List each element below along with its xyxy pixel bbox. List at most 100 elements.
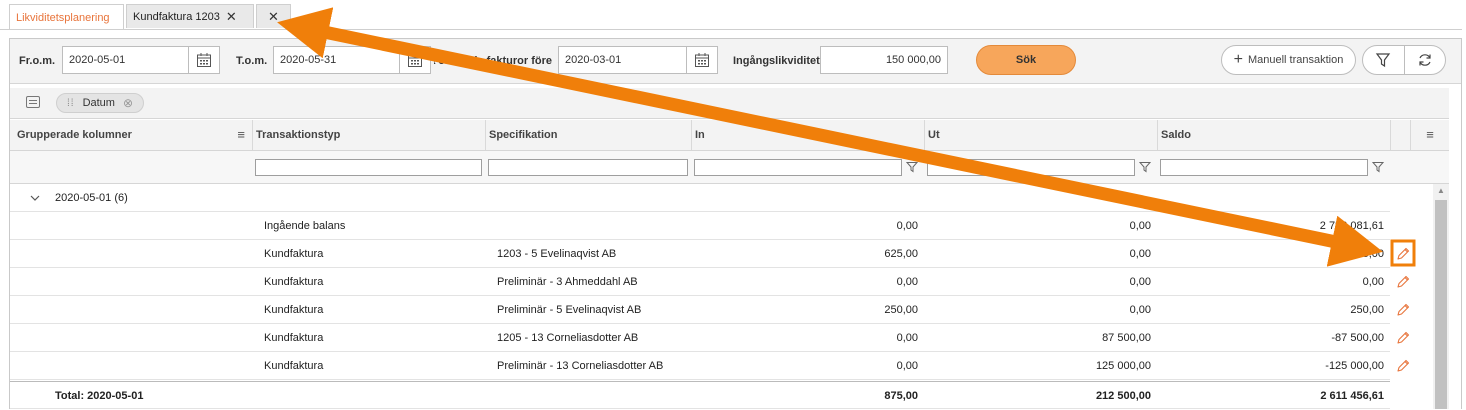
cell-in: 250,00 xyxy=(884,304,918,316)
column-header-label: In xyxy=(695,129,705,141)
edit-pencil-icon[interactable] xyxy=(1395,302,1411,318)
total-in: 875,00 xyxy=(884,390,918,402)
table-row[interactable]: Kundfaktura Preliminär - 5 Evelinaqvist A… xyxy=(10,296,1410,324)
plus-icon: + xyxy=(1233,51,1243,68)
edit-pencil-icon[interactable] xyxy=(1395,330,1411,346)
opening-liquidity-label: Ingångslikviditet xyxy=(733,55,820,67)
cell-transaktionstyp: Kundfaktura xyxy=(264,360,324,372)
column-header-label: Ut xyxy=(928,129,940,141)
to-date-field[interactable]: 2020-05-31 xyxy=(273,46,431,74)
cell-transaktionstyp: Kundfaktura xyxy=(264,248,324,260)
cell-specifikation: Preliminär - 5 Evelinaqvist AB xyxy=(497,304,642,316)
column-menu-icon[interactable]: ≡ xyxy=(237,120,245,150)
group-panel-icon[interactable] xyxy=(26,96,40,108)
manual-transaction-button[interactable]: + Manuell transaktion xyxy=(1221,45,1356,75)
cell-saldo: 0,00 xyxy=(1362,276,1384,288)
cell-in: 0,00 xyxy=(896,276,918,288)
calendar-icon[interactable] xyxy=(188,47,219,73)
cell-ut: 87 500,00 xyxy=(1102,332,1151,344)
column-chooser[interactable]: ≡ xyxy=(1410,120,1449,150)
column-header-in[interactable]: In xyxy=(691,120,924,150)
remove-chip-icon[interactable]: ⊗ xyxy=(123,96,133,110)
group-chip-datum[interactable]: ⁞⁞ Datum ⊗ xyxy=(56,93,144,113)
filter-icon[interactable] xyxy=(906,161,918,173)
column-header-transaktionstyp[interactable]: Transaktionstyp xyxy=(252,120,485,150)
scroll-up-icon[interactable]: ▲ xyxy=(1437,186,1445,195)
toolbar-icon-group xyxy=(1362,45,1446,75)
column-header-label: Saldo xyxy=(1161,129,1191,141)
table-row[interactable]: Kundfaktura Preliminär - 13 Corneliasdott… xyxy=(10,352,1410,380)
calendar-icon[interactable] xyxy=(399,47,430,73)
from-date-field[interactable]: 2020-05-01 xyxy=(62,46,220,74)
column-header-label: Transaktionstyp xyxy=(256,129,341,141)
cell-transaktionstyp: Kundfaktura xyxy=(264,276,324,288)
from-label: Fr.o.m. xyxy=(19,55,56,67)
manual-transaction-label: Manuell transaktion xyxy=(1247,54,1344,66)
cell-in: 0,00 xyxy=(896,220,918,232)
cell-specifikation: 1203 - 5 Evelinaqvist AB xyxy=(497,248,617,260)
filter-in-input[interactable] xyxy=(694,159,902,176)
tab-bar: Likviditetsplanering Kundfaktura 1203 ✕ … xyxy=(0,0,1466,30)
table-row[interactable]: Kundfaktura Preliminär - 3 Ahmeddahl AB 0,… xyxy=(10,268,1410,296)
exclude-label: Exkludera obetalda fakturor före xyxy=(434,55,552,67)
cell-ut: 0,00 xyxy=(1129,248,1151,260)
column-header-specifikation[interactable]: Specifikation xyxy=(485,120,691,150)
column-header-ut[interactable]: Ut xyxy=(924,120,1157,150)
table-row[interactable]: Kundfaktura 1203 - 5 Evelinaqvist AB 625,0… xyxy=(10,240,1410,268)
cell-saldo: -87 500,00 xyxy=(1331,332,1384,344)
opening-liquidity-field[interactable]: 150 000,00 xyxy=(820,46,948,74)
cell-specifikation: Preliminär - 13 Corneliasdotter AB xyxy=(497,360,664,372)
exclude-date-field[interactable]: 2020-03-01 xyxy=(558,46,718,74)
tab-label: Likviditetsplanering xyxy=(16,11,110,24)
tab-likviditetsplanering[interactable]: Likviditetsplanering xyxy=(9,4,124,30)
drag-handle-icon[interactable]: ⁞⁞ xyxy=(67,98,75,109)
cell-transaktionstyp: Kundfaktura xyxy=(264,332,324,344)
search-button[interactable]: Sök xyxy=(976,45,1076,75)
to-label: T.o.m. xyxy=(236,55,268,67)
cell-transaktionstyp: Kundfaktura xyxy=(264,304,324,316)
column-header-label: Grupperade kolumner xyxy=(17,129,132,141)
exclude-date-value: 2020-03-01 xyxy=(565,54,622,66)
calendar-icon[interactable] xyxy=(686,47,717,73)
close-icon[interactable]: ✕ xyxy=(226,9,243,25)
cell-saldo: 625,00 xyxy=(1350,248,1384,260)
column-menu-icon[interactable]: ≡ xyxy=(1426,127,1434,142)
filter-transaktionstyp-input[interactable] xyxy=(255,159,482,176)
total-label: Total: 2020-05-01 xyxy=(55,390,144,402)
edit-pencil-icon[interactable] xyxy=(1395,274,1411,290)
cell-saldo: 250,00 xyxy=(1350,304,1384,316)
scrollbar-thumb[interactable] xyxy=(1435,200,1447,409)
edit-pencil-icon[interactable] xyxy=(1395,246,1411,262)
edit-pencil-icon[interactable] xyxy=(1395,358,1411,374)
filter-icon[interactable] xyxy=(1372,161,1384,173)
filter-ut-input[interactable] xyxy=(927,159,1135,176)
tab-label: Kundfaktura 1203 xyxy=(133,10,220,23)
column-header-actions xyxy=(1390,120,1410,150)
group-chip-label: Datum xyxy=(82,97,115,109)
total-out: 212 500,00 xyxy=(1095,390,1151,402)
cell-in: 625,00 xyxy=(884,248,918,260)
close-icon[interactable]: ✕ xyxy=(268,9,279,25)
total-row: Total: 2020-05-01 875,00 212 500,00 2 61… xyxy=(10,381,1390,409)
cell-specifikation: 1205 - 13 Corneliasdotter AB xyxy=(497,332,639,344)
filter-specifikation-input[interactable] xyxy=(488,159,688,176)
refresh-icon[interactable] xyxy=(1405,46,1446,74)
filter-icon[interactable] xyxy=(1363,46,1405,74)
filter-icon[interactable] xyxy=(1139,161,1151,173)
chevron-down-icon[interactable] xyxy=(30,184,40,212)
tab-untitled[interactable]: ✕ xyxy=(256,4,291,28)
cell-specifikation: Preliminär - 3 Ahmeddahl AB xyxy=(497,276,638,288)
group-label: 2020-05-01 (6) xyxy=(55,192,128,204)
filter-saldo-input[interactable] xyxy=(1160,159,1368,176)
cell-ut: 0,00 xyxy=(1129,304,1151,316)
group-row[interactable]: 2020-05-01 (6) xyxy=(10,184,1390,212)
table-row[interactable]: Kundfaktura 1205 - 13 Corneliasdotter AB 0… xyxy=(10,324,1410,352)
tab-kundfaktura-1203[interactable]: Kundfaktura 1203 ✕ xyxy=(126,4,254,28)
column-header-saldo[interactable]: Saldo xyxy=(1157,120,1390,150)
tab-divider xyxy=(0,29,1462,30)
column-header-grouped[interactable]: Grupperade kolumner ≡ xyxy=(14,120,252,150)
from-date-value: 2020-05-01 xyxy=(69,54,126,66)
table-row[interactable]: Ingående balans 0,00 0,00 2 783 081,61 xyxy=(10,212,1390,240)
search-button-label: Sök xyxy=(1015,54,1037,66)
cell-in: 0,00 xyxy=(896,360,918,372)
